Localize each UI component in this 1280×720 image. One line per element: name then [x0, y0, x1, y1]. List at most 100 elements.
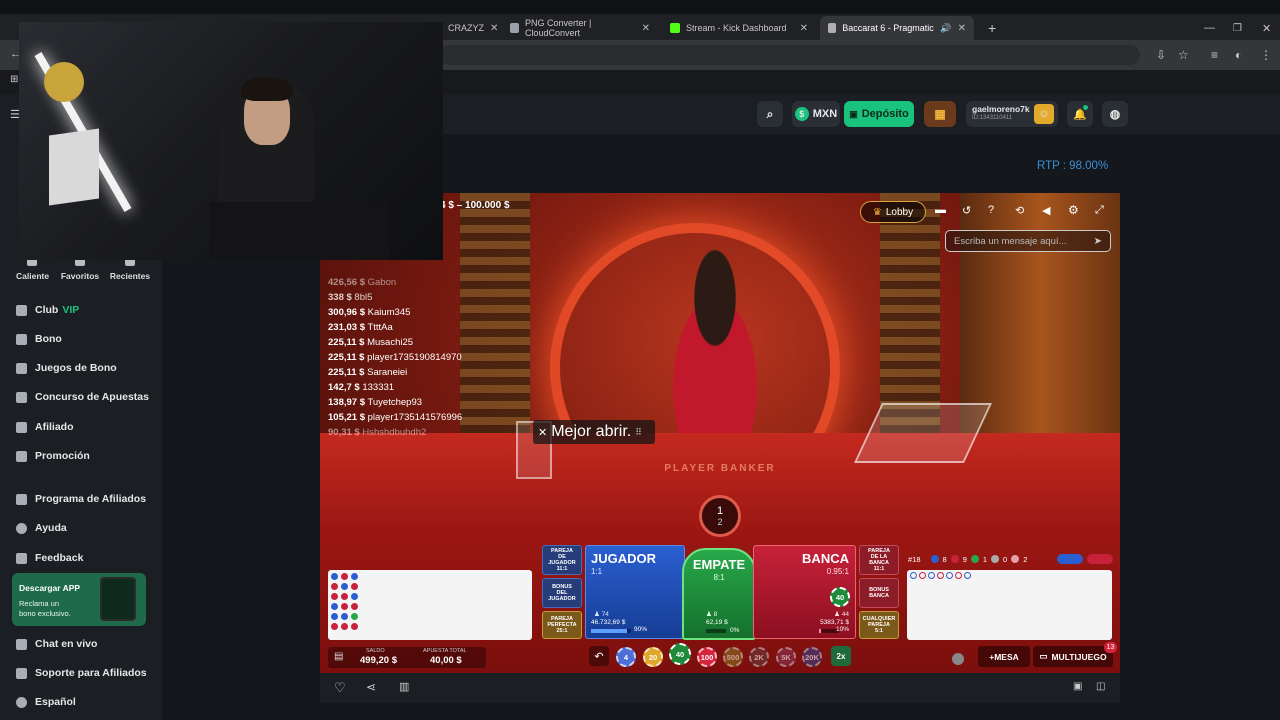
player-ask-road-button[interactable] [1057, 554, 1083, 564]
sidebar-item-promocion[interactable]: Promoción [16, 450, 90, 462]
tab-cloudconvert[interactable]: PNG Converter | CloudConvert ✕ [502, 16, 658, 40]
sidebar-item-chat-en-vivo[interactable]: Chat en vivo [16, 638, 97, 650]
tab-crazyz[interactable]: CRAZYZ ✕ [440, 16, 498, 40]
road-dot [351, 573, 358, 580]
bet-banker-bonus[interactable]: BONUS BANCA [859, 578, 899, 608]
share-icon[interactable]: ⋖ [366, 680, 376, 694]
browser-menu-icon[interactable]: ⋮ [1260, 48, 1272, 62]
new-tab-button[interactable]: + [980, 16, 1004, 40]
minimize-icon[interactable]: — [1196, 16, 1223, 40]
address-bar[interactable] [440, 45, 1140, 65]
feed-item: 338 $ 8bl5 [328, 292, 373, 303]
chip-4[interactable]: 4 [616, 647, 636, 667]
sidebar-item-concurso[interactable]: Concurso de Apuestas [16, 391, 149, 403]
media-icon[interactable]: ≡ [1211, 48, 1218, 62]
multigame-button[interactable]: ▭ MULTIJUEGO [1033, 646, 1113, 667]
placed-chip[interactable]: 40 [830, 587, 850, 607]
bead-road[interactable] [328, 570, 532, 640]
total-bet-label: APUESTA TOTAL [423, 648, 467, 654]
close-tab-icon[interactable]: ✕ [642, 23, 650, 34]
sidebar-item-feedback[interactable]: Feedback [16, 552, 83, 564]
tab-label: Baccarat 6 - Pragmatic Play [842, 23, 934, 33]
chip-5k[interactable]: 5K [776, 647, 796, 667]
pip-icon[interactable]: ◫ [1096, 681, 1105, 692]
deposit-button[interactable]: ▣ Depósito [844, 101, 914, 127]
banker-ask-road-button[interactable] [1087, 554, 1113, 564]
chip-20[interactable]: 20 [643, 647, 663, 667]
double-toggle[interactable] [952, 653, 964, 665]
undo-button[interactable]: ↶ [589, 646, 609, 666]
chip-40-selected[interactable]: 40 [669, 643, 691, 665]
sidebar-item-juegos-de-bono[interactable]: Juegos de Bono [16, 362, 117, 374]
bet-player-pair[interactable]: PAREJA DE JUGADOR 11:1 [542, 545, 582, 575]
bet-tie[interactable]: EMPATE 8:1 ♟ 8 62,19 $ 0% [682, 548, 756, 640]
sidebar-item-afiliado[interactable]: Afiliado [16, 421, 74, 433]
bet-banker-pair[interactable]: PAREJA DE LA BANCA 11:1 [859, 545, 899, 575]
help-icon[interactable]: ? [988, 204, 994, 216]
tab-baccarat[interactable]: Baccarat 6 - Pragmatic Play 🔊 ✕ [820, 16, 974, 40]
sidebar-item-idioma[interactable]: Español [16, 696, 76, 708]
drag-handle-icon[interactable]: ⠿ [635, 427, 642, 438]
close-tab-icon[interactable]: ✕ [490, 23, 498, 34]
close-tab-icon[interactable]: ✕ [958, 23, 966, 34]
favorite-heart-icon[interactable]: ♡ [334, 680, 346, 696]
history-icon[interactable]: ↺ [962, 204, 971, 217]
add-table-button[interactable]: +MESA [978, 646, 1030, 667]
language-button[interactable]: ◍ [1102, 101, 1128, 127]
apps-grid-icon[interactable]: ⊞ [10, 74, 18, 85]
vip-badge: VIP [62, 304, 80, 316]
sidebar-item-ayuda[interactable]: Ayuda [16, 522, 67, 534]
install-icon[interactable]: ⇩ [1156, 48, 1166, 62]
chat-input[interactable]: Escriba un mensaje aquí... ➤ [945, 230, 1111, 252]
settings-gear-icon[interactable]: ⚙ [1068, 203, 1079, 217]
feed-item: 142,7 $ 133331 [328, 382, 395, 393]
volume-icon[interactable]: ◀ [1042, 204, 1050, 217]
sidebar-item-soporte[interactable]: Soporte para Afiliados [16, 667, 147, 679]
tab-kick-dashboard[interactable]: Stream - Kick Dashboard ✕ [662, 16, 816, 40]
treasure-chest-button[interactable]: ▦ [924, 101, 956, 127]
camera-switch-icon[interactable]: ⟲ [1015, 204, 1024, 217]
bet-limits[interactable]: 4 $ – 100.000 $ [440, 200, 510, 211]
theatre-mode-icon[interactable]: ▣ [1073, 681, 1082, 692]
currency-selector[interactable]: $ MXN [792, 101, 840, 127]
close-window-icon[interactable]: ✕ [1254, 16, 1279, 40]
stats-icon[interactable]: ▥ [399, 680, 409, 693]
sidebar-item-label: Chat en vivo [35, 638, 98, 650]
chip-2k[interactable]: 2K [749, 647, 769, 667]
user-profile-button[interactable]: gaelmoreno7k ID:1343110411 ☺ [966, 101, 1058, 127]
sidebar-item-programa-afiliados[interactable]: Programa de Afiliados [16, 493, 146, 505]
chip-20k[interactable]: 20K [802, 647, 822, 667]
search-button[interactable]: ⌕ [757, 101, 783, 127]
bookmark-star-icon[interactable]: ☆ [1178, 48, 1189, 62]
fullscreen-icon[interactable]: ⤢ [1095, 204, 1104, 217]
double-button[interactable]: 2x [831, 646, 851, 666]
download-app-banner[interactable]: Descargar APP Reclama un bono exclusivo. [12, 573, 146, 626]
timer-top: 1 [716, 505, 724, 517]
bet-player[interactable]: JUGADOR 1:1 ♟ 74 46.732,69 $ 90% [585, 545, 685, 639]
sidebar-item-club-vip[interactable]: Club VIP [16, 304, 79, 316]
chat-icon[interactable]: ▬ [935, 204, 946, 216]
big-road[interactable] [907, 570, 1112, 640]
road-dot [955, 572, 962, 579]
lobby-button[interactable]: ♛ Lobby [860, 201, 926, 223]
send-icon[interactable]: ➤ [1094, 236, 1102, 247]
notifications-button[interactable]: 🔔 [1067, 101, 1093, 127]
road-dot [331, 573, 338, 580]
balance-label: SALDO [366, 648, 385, 654]
chip-500[interactable]: 500 [723, 647, 743, 667]
bet-player-bonus[interactable]: BONUS DEL JUGADOR [542, 578, 582, 608]
sidebar-item-bono[interactable]: Bono [16, 333, 62, 345]
close-tab-icon[interactable]: ✕ [800, 23, 808, 34]
bet-either-pair[interactable]: CUALQUIER PAREJA 5:1 [859, 611, 899, 639]
banker-label: BANCA [802, 551, 849, 566]
restore-icon[interactable]: ❐ [1225, 16, 1250, 40]
tab-label: Stream - Kick Dashboard [686, 23, 787, 33]
bet-perfect-pair[interactable]: PAREJA PERFECTA 25:1 [542, 611, 582, 639]
bet-banker[interactable]: BANCA 0.95:1 40 ♟ 44 5383,71 $ 10% [753, 545, 856, 639]
feed-item: 231,03 $ TtttAa [328, 322, 393, 333]
handshake-icon [16, 493, 27, 505]
profile-icon[interactable]: ◐ [1235, 48, 1242, 62]
chip-100[interactable]: 100 [697, 647, 717, 667]
quick-link-label: Favoritos [60, 271, 100, 281]
close-icon[interactable]: ✕ [538, 426, 547, 439]
